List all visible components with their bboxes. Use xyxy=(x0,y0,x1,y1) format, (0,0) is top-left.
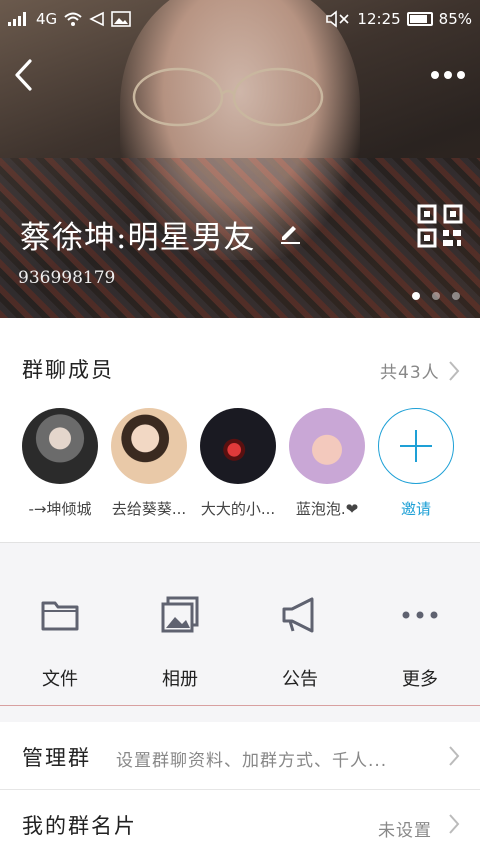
carousel-dot[interactable] xyxy=(432,292,440,300)
manage-group-row[interactable]: 管理群 设置群聊资料、加群方式、千人... xyxy=(0,722,480,790)
member-name: -→坤倾城 xyxy=(28,500,92,518)
member-avatar-row: -→坤倾城 去给葵葵... 大大的小... 蓝泡泡.❤ 邀请 xyxy=(0,408,480,518)
action-label: 更多 xyxy=(402,669,438,690)
invite-button[interactable] xyxy=(378,408,454,484)
row-description: 设置群聊资料、加群方式、千人... xyxy=(116,751,388,771)
navigation-icon xyxy=(89,11,104,27)
wifi-icon xyxy=(64,12,82,26)
cover-photo-glasses xyxy=(132,67,324,127)
network-type: 4G xyxy=(36,10,58,28)
battery-percent: 85% xyxy=(438,10,472,28)
row-title: 我的群名片 xyxy=(22,814,137,838)
status-bar: 4G 12:25 85% xyxy=(0,0,480,38)
action-label: 文件 xyxy=(42,669,78,690)
member-avatar[interactable] xyxy=(289,408,365,484)
group-id: 936998179 xyxy=(18,268,116,288)
carousel-dot[interactable] xyxy=(452,292,460,300)
invite-label[interactable]: 邀请 xyxy=(371,498,461,519)
action-more[interactable]: 更多 xyxy=(360,543,480,707)
battery-icon xyxy=(406,12,433,26)
action-album[interactable]: 相册 xyxy=(120,543,240,707)
members-count[interactable]: 共43人 xyxy=(380,358,440,383)
chevron-right-icon xyxy=(449,746,460,766)
group-name: 蔡徐坤:明星男友 xyxy=(20,220,256,256)
carousel-dot[interactable] xyxy=(412,292,420,300)
action-label: 相册 xyxy=(162,669,198,690)
qr-code-icon[interactable] xyxy=(417,204,463,248)
member-name: 去给葵葵... xyxy=(111,500,187,518)
more-dots-icon xyxy=(402,611,438,619)
mute-icon xyxy=(326,10,349,28)
my-group-card-row[interactable]: 我的群名片 未设置 xyxy=(0,790,480,854)
members-section: 群聊成员 共43人 -→坤倾城 去给葵葵... 大大的小... 蓝泡泡.❤ 邀请 xyxy=(0,318,480,542)
action-label: 公告 xyxy=(282,669,318,690)
plus-icon xyxy=(400,430,432,462)
members-title[interactable]: 群聊成员 xyxy=(22,354,114,384)
section-gap xyxy=(0,706,480,722)
image-icon xyxy=(111,11,131,27)
member-avatar[interactable] xyxy=(200,408,276,484)
member-name: 大大的小... xyxy=(200,500,276,518)
member-avatar[interactable] xyxy=(22,408,98,484)
action-announcement[interactable]: 公告 xyxy=(240,543,360,707)
edit-icon[interactable] xyxy=(278,220,302,244)
row-value: 未设置 xyxy=(378,821,432,841)
more-icon[interactable] xyxy=(428,64,468,86)
group-header: 4G 12:25 85% 蔡徐坤:明星男友 936998179 xyxy=(0,0,480,318)
megaphone-icon xyxy=(282,597,314,633)
status-time: 12:25 xyxy=(357,10,401,28)
chevron-right-icon[interactable] xyxy=(448,360,460,382)
member-avatar[interactable] xyxy=(111,408,187,484)
row-title: 管理群 xyxy=(22,746,91,770)
quick-actions: 文件 相册 公告 更多 xyxy=(0,542,480,706)
signal-icon xyxy=(8,12,26,26)
folder-icon xyxy=(41,601,79,631)
album-icon xyxy=(161,596,199,633)
carousel-indicator xyxy=(412,292,460,300)
action-files[interactable]: 文件 xyxy=(0,543,120,707)
chevron-right-icon xyxy=(449,814,460,834)
back-icon[interactable] xyxy=(12,58,34,92)
member-name: 蓝泡泡.❤ xyxy=(295,500,359,518)
